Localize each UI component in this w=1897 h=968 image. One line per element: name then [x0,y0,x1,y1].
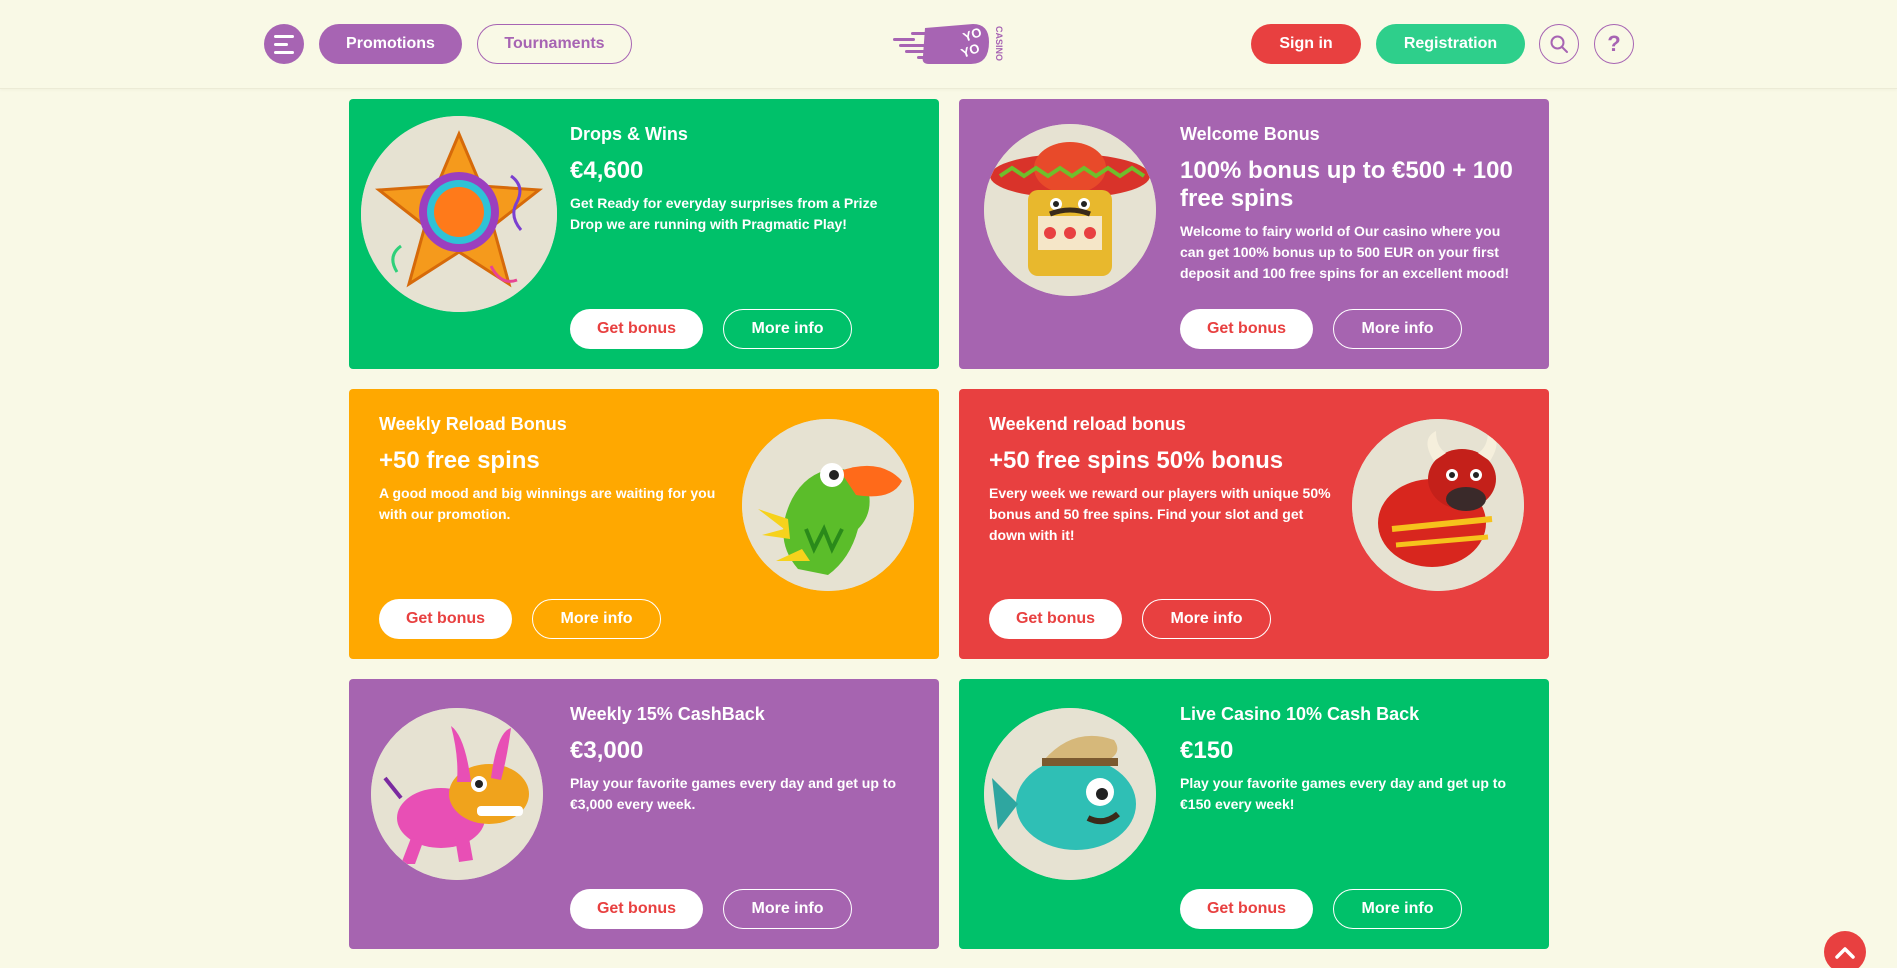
get-bonus-button[interactable]: Get bonus [1180,309,1313,349]
get-bonus-button[interactable]: Get bonus [1180,889,1313,929]
bull-pinata-icon [1352,419,1524,591]
card-title: Live Casino 10% Cash Back [1180,704,1420,724]
scroll-to-top-button[interactable] [1824,931,1866,968]
registration-button[interactable]: Registration [1376,24,1525,64]
donkey-pinata-icon [371,708,543,880]
menu-icon-line [274,50,294,54]
toucan-pinata-icon [742,419,914,591]
search-button[interactable] [1539,24,1579,64]
menu-button[interactable] [264,24,304,64]
card-title: Weekly Reload Bonus [379,414,567,434]
search-icon [1550,35,1568,53]
card-description: Play your favorite games every day and g… [1180,775,1506,812]
site-header: Promotions Tournaments YO YO CASINO Sign… [0,0,1897,89]
card-description: Welcome to fairy world of Our casino whe… [1180,223,1510,281]
more-info-button[interactable]: More info [1333,309,1462,349]
get-bonus-button[interactable]: Get bonus [570,889,703,929]
card-amount: €3,000 [570,737,644,764]
card-amount: €150 [1180,737,1234,764]
card-title: Welcome Bonus [1180,124,1320,144]
promo-card: Weekly Reload Bonus +50 free spins A goo… [349,389,939,659]
more-info-button[interactable]: More info [723,309,852,349]
card-amount: 100% bonus up to €500 + 100 free spins [1180,157,1513,212]
help-button[interactable]: ? [1594,24,1634,64]
card-title: Drops & Wins [570,124,688,144]
more-info-button[interactable]: More info [1142,599,1271,639]
card-amount: +50 free spins 50% bonus [989,447,1284,474]
card-title: Weekly 15% CashBack [570,704,765,724]
promo-card: Live Casino 10% Cash Back €150 Play your… [959,679,1549,949]
promo-card: Drops & Wins €4,600 Get Ready for everyd… [349,99,939,369]
more-info-button[interactable]: More info [723,889,852,929]
get-bonus-button[interactable]: Get bonus [570,309,703,349]
nav-tournaments[interactable]: Tournaments [477,24,632,64]
menu-icon-line [274,42,288,46]
nav-promotions[interactable]: Promotions [319,24,462,64]
get-bonus-button[interactable]: Get bonus [379,599,512,639]
card-title: Weekend reload bonus [989,414,1186,434]
card-description: Get Ready for everyday surprises from a … [570,195,878,232]
promo-card: Weekly 15% CashBack €3,000 Play your fav… [349,679,939,949]
promo-card: Weekend reload bonus +50 free spins 50% … [959,389,1549,659]
card-amount: €4,600 [570,157,644,184]
pinata-star-icon [361,116,557,312]
slot-machine-sombrero-icon [984,124,1156,296]
card-description: Play your favorite games every day and g… [570,775,896,812]
chevron-up-icon [1835,947,1855,959]
card-description: A good mood and big winnings are waiting… [379,485,716,522]
menu-icon-line [274,34,294,38]
sign-in-button[interactable]: Sign in [1251,24,1361,64]
logo-text-side: CASINO [994,26,1004,61]
yoyo-casino-logo[interactable]: YO YO CASINO [893,20,1008,68]
fish-pinata-icon [984,708,1156,880]
more-info-button[interactable]: More info [1333,889,1462,929]
promo-card: Welcome Bonus 100% bonus up to €500 + 10… [959,99,1549,369]
more-info-button[interactable]: More info [532,599,661,639]
card-amount: +50 free spins [379,447,540,474]
card-description: Every week we reward our players with un… [989,485,1331,543]
get-bonus-button[interactable]: Get bonus [989,599,1122,639]
